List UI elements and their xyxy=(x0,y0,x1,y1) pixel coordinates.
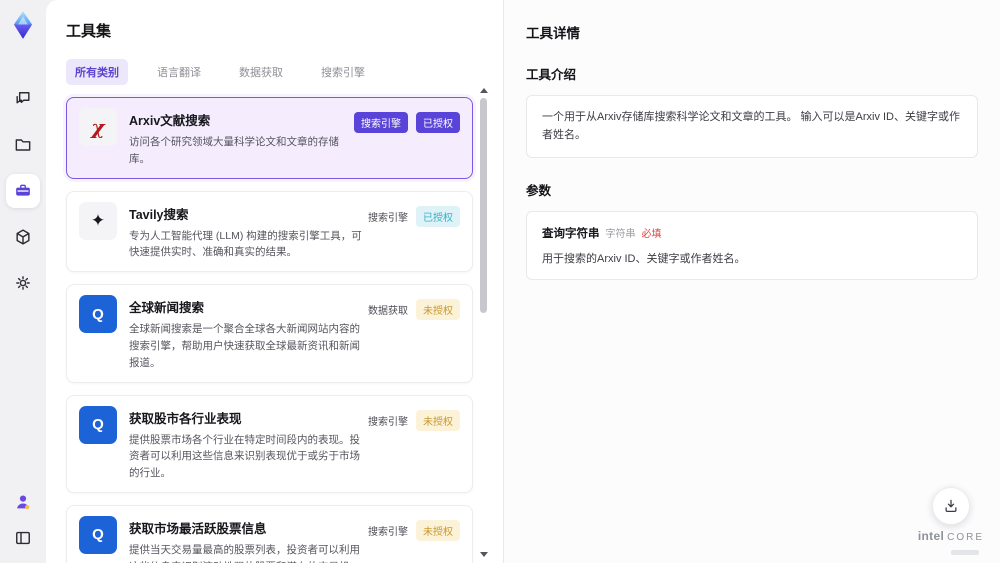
chat-icon[interactable] xyxy=(6,82,40,116)
tab-language-translation[interactable]: 语言翻译 xyxy=(148,59,210,85)
tab-all-categories[interactable]: 所有类别 xyxy=(66,59,128,85)
auth-status-badge: 未授权 xyxy=(416,519,460,541)
news-service-icon: Q xyxy=(79,295,117,334)
param-name: 查询字符串 xyxy=(542,228,600,241)
app-logo-icon[interactable] xyxy=(8,8,38,42)
tool-name: 获取股市各行业表现 xyxy=(129,411,242,426)
tool-name: 获取市场最活跃股票信息 xyxy=(129,521,267,536)
tavily-icon: ✦ xyxy=(79,201,117,240)
category-tabs: 所有类别 语言翻译 数据获取 搜索引擎 xyxy=(66,59,473,85)
tool-description: 提供股票市场各个行业在特定时间段内的表现。投资者可以利用这些信息来识别表现优于或… xyxy=(129,433,360,480)
sidebar-bottom xyxy=(8,487,38,553)
tab-data-acquisition[interactable]: 数据获取 xyxy=(230,59,292,85)
category-label: 搜索引擎 xyxy=(368,212,408,224)
stock-service-icon: Q xyxy=(79,405,117,444)
category-label: 搜索引擎 xyxy=(368,526,408,538)
scrollbar-thumb[interactable] xyxy=(480,98,487,313)
auth-status-badge: 未授权 xyxy=(416,299,460,321)
arxiv-icon: χ xyxy=(79,108,117,146)
package-icon[interactable] xyxy=(6,220,40,254)
tool-list: χ Arxiv文献搜索 访问各个研究领域大量科学论文和文章的存储库。 搜索引擎 … xyxy=(66,97,473,563)
sidebar-nav xyxy=(6,76,40,306)
settings-gear-icon[interactable] xyxy=(6,266,40,300)
page-title: 工具集 xyxy=(66,23,112,40)
tool-description: 专为人工智能代理 (LLM) 构建的搜索引擎工具，可快速提供实时、准确和真实的结… xyxy=(129,229,362,259)
scroll-up-icon[interactable] xyxy=(480,88,488,93)
list-scrollbar[interactable] xyxy=(480,88,488,557)
tool-card-stock-sector[interactable]: Q 获取股市各行业表现 提供股票市场各个行业在特定时间段内的表现。投资者可以利用… xyxy=(66,394,473,493)
download-button[interactable] xyxy=(931,487,970,525)
tool-description: 访问各个研究领域大量科学论文和文章的存储库。 xyxy=(129,136,339,165)
tool-name: Arxiv文献搜索 xyxy=(129,114,211,128)
category-label: 数据获取 xyxy=(368,306,408,318)
toolbox-icon[interactable] xyxy=(6,174,40,208)
auth-status-badge: 已授权 xyxy=(416,205,460,227)
intel-core-logo: intel core xyxy=(917,529,984,543)
tools-list-panel: 工具集 所有类别 语言翻译 数据获取 搜索引擎 χ Arxiv文献搜索 访问各个… xyxy=(46,0,503,563)
tool-name: 全球新闻搜索 xyxy=(129,301,205,316)
tool-name: Tavily搜索 xyxy=(129,207,189,222)
intro-heading: 工具介绍 xyxy=(526,68,577,82)
auth-status-badge: 未授权 xyxy=(416,409,460,431)
panel-toggle-icon[interactable] xyxy=(8,523,38,553)
param-type: 字符串 xyxy=(605,229,636,241)
intro-text: 一个用于从Arxiv存储库搜索科学论文和文章的工具。 输入可以是Arxiv ID… xyxy=(542,111,960,141)
param-box: 查询字符串 字符串 必填 用于搜索的Arxiv ID、关键字或作者姓名。 xyxy=(526,211,978,281)
category-label: 搜索引擎 xyxy=(368,416,408,428)
sidebar xyxy=(0,0,46,563)
intro-box: 一个用于从Arxiv存储库搜索科学论文和文章的工具。 输入可以是Arxiv ID… xyxy=(526,95,978,159)
tool-description: 提供当天交易量最高的股票列表，投资者可以利用这些信息来识别流动性强的股票和潜在的… xyxy=(129,543,360,563)
detail-title: 工具详情 xyxy=(526,26,580,41)
tab-search-engine[interactable]: 搜索引擎 xyxy=(312,59,374,85)
tool-card-tavily[interactable]: ✦ Tavily搜索 专为人工智能代理 (LLM) 构建的搜索引擎工具，可快速提… xyxy=(66,190,473,273)
scroll-down-icon[interactable] xyxy=(480,552,488,557)
auth-status-badge: 已授权 xyxy=(416,112,460,133)
user-avatar-icon[interactable] xyxy=(8,487,38,517)
tool-card-arxiv[interactable]: χ Arxiv文献搜索 访问各个研究领域大量科学论文和文章的存储库。 搜索引擎 … xyxy=(66,97,473,179)
floating-corner: intel core xyxy=(918,487,984,555)
tool-card-global-news[interactable]: Q 全球新闻搜索 全球新闻搜索是一个聚合全球各大新闻网站内容的搜索引擎，帮助用户… xyxy=(66,284,473,383)
main-content: 工具集 所有类别 语言翻译 数据获取 搜索引擎 χ Arxiv文献搜索 访问各个… xyxy=(46,0,1000,563)
app-root: 工具集 所有类别 语言翻译 数据获取 搜索引擎 χ Arxiv文献搜索 访问各个… xyxy=(0,0,1000,563)
param-required-flag: 必填 xyxy=(641,229,662,241)
tool-description: 全球新闻搜索是一个聚合全球各大新闻网站内容的搜索引擎，帮助用户快速获取全球最新资… xyxy=(129,323,360,369)
tool-card-active-stocks[interactable]: Q 获取市场最活跃股票信息 提供当天交易量最高的股票列表，投资者可以利用这些信息… xyxy=(66,504,473,563)
tool-detail-panel: 工具详情 工具介绍 一个用于从Arxiv存储库搜索科学论文和文章的工具。 输入可… xyxy=(503,0,1000,563)
folder-icon[interactable] xyxy=(6,128,40,162)
params-heading: 参数 xyxy=(526,184,552,199)
stock-service-icon: Q xyxy=(79,515,117,554)
category-badge: 搜索引擎 xyxy=(354,112,408,133)
param-description: 用于搜索的Arxiv ID、关键字或作者姓名。 xyxy=(542,253,746,266)
intel-logo-sub xyxy=(950,550,979,555)
